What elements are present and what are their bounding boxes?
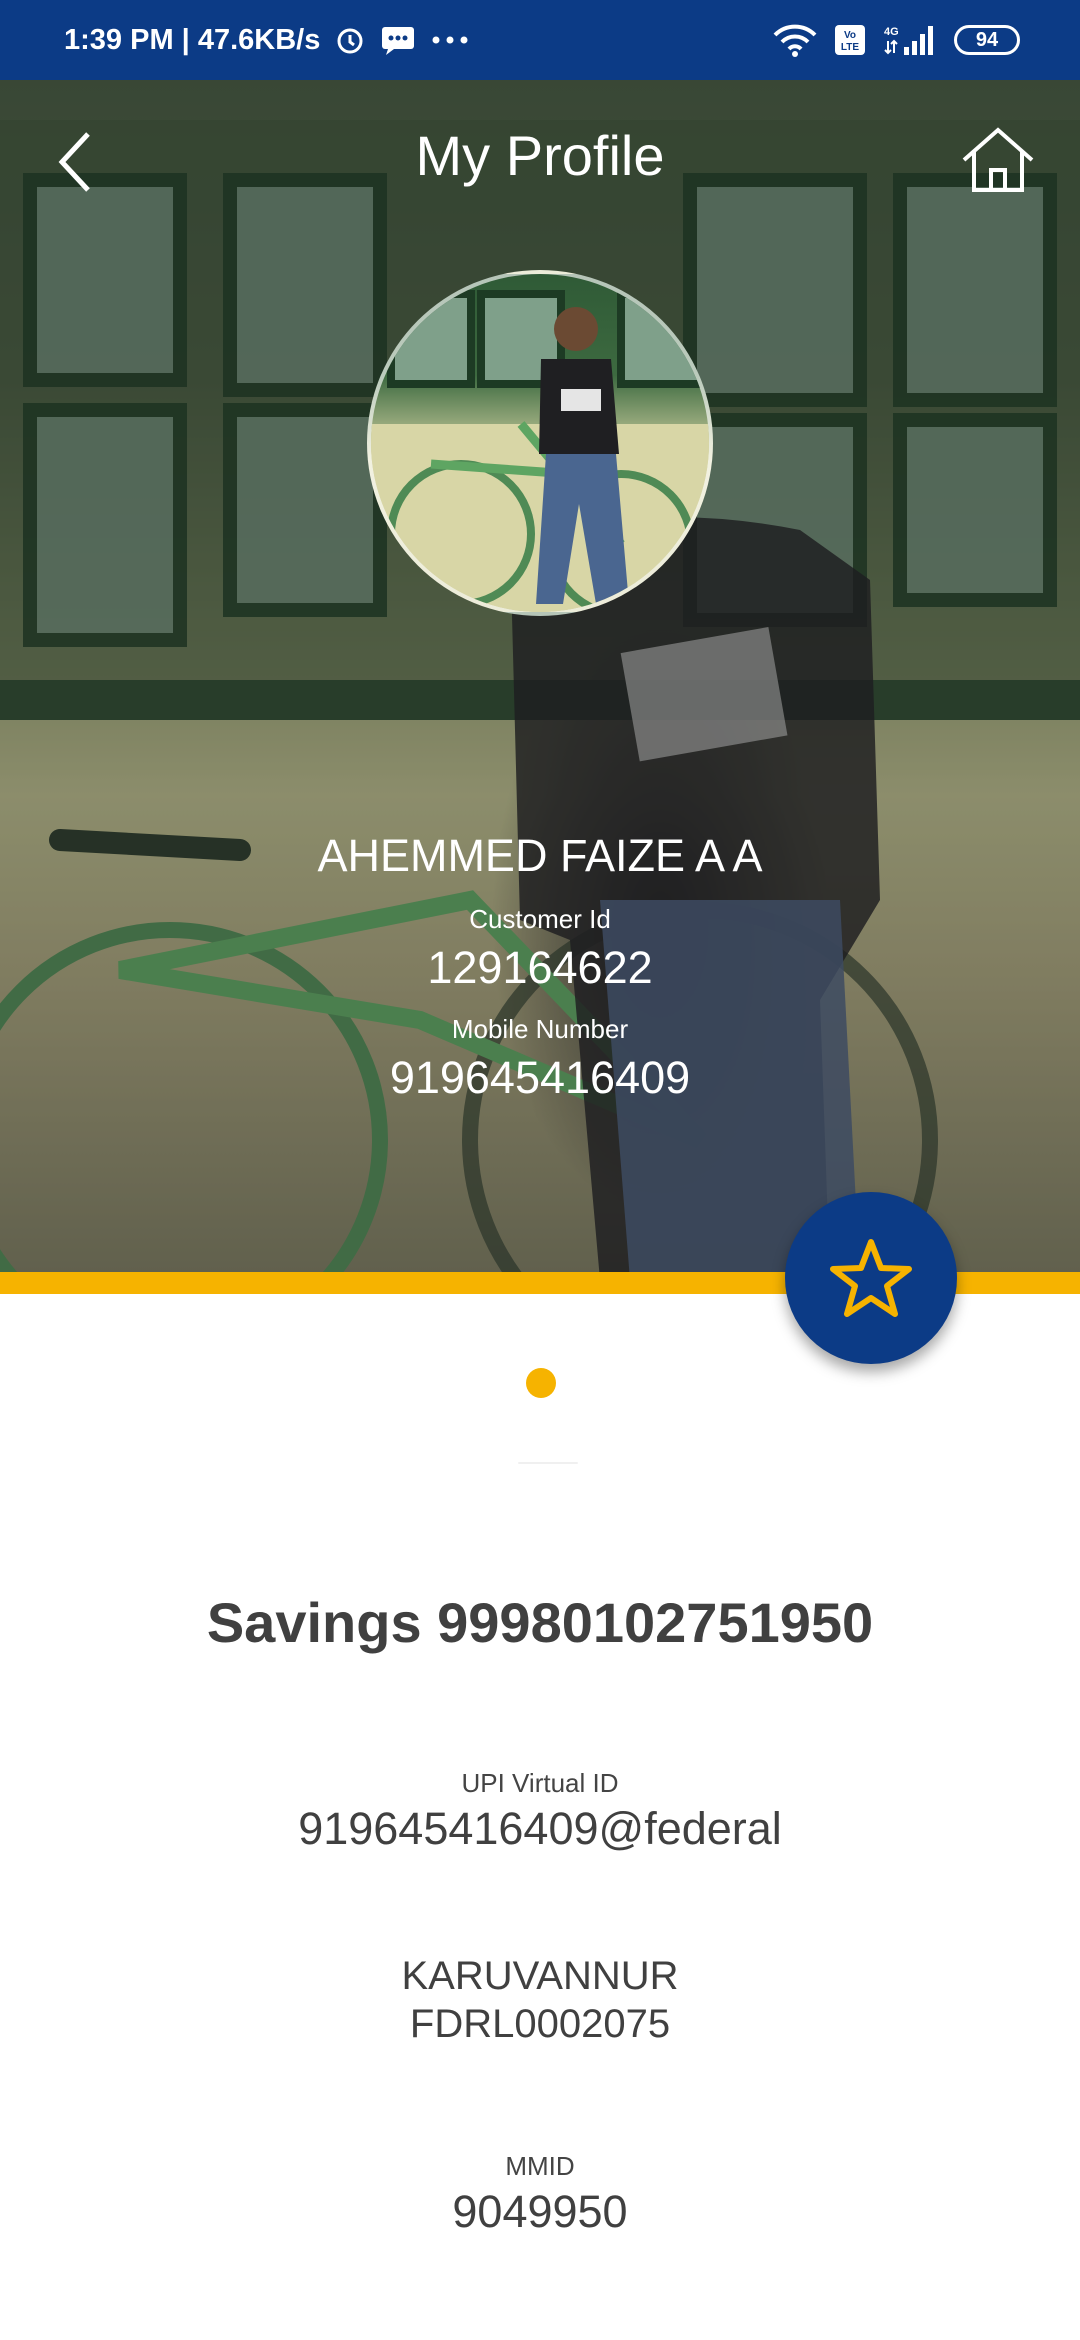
status-time-speed: 1:39 PM | 47.6KB/s xyxy=(64,23,321,56)
customer-name: AHEMMED FAIZE A A xyxy=(317,830,763,881)
mmid-section: MMID 9049950 xyxy=(0,2148,1080,2240)
avatar[interactable] xyxy=(367,270,713,616)
upi-label: UPI Virtual ID xyxy=(461,1768,619,1798)
account-title: Savings 99980102751950 xyxy=(206,1591,874,1654)
mmid-value: 9049950 xyxy=(452,2186,628,2237)
svg-text:Vo: Vo xyxy=(844,30,856,41)
top-app-bar: My Profile xyxy=(0,80,1080,230)
wifi-icon xyxy=(772,23,818,57)
page-title: My Profile xyxy=(415,124,665,187)
battery-icon: 94 xyxy=(954,25,1020,55)
profile-hero: My Profile AHEMMED FAIZE A A Customer Id… xyxy=(0,80,1080,1272)
star-icon xyxy=(830,1239,912,1317)
ifsc-code: FDRL0002075 xyxy=(409,2002,671,2046)
upi-id-value: 919645416409@federal xyxy=(298,1803,782,1854)
customer-id-value: 129164622 xyxy=(427,942,653,993)
upi-section: UPI Virtual ID 919645416409@federal xyxy=(0,1765,1080,1857)
customer-id-label: Customer Id xyxy=(469,904,611,934)
message-icon xyxy=(380,24,416,56)
favorite-button[interactable] xyxy=(785,1192,957,1364)
profile-details: AHEMMED FAIZE A A Customer Id 129164622 … xyxy=(0,825,1080,1107)
svg-text:4G: 4G xyxy=(884,26,899,38)
avatar-photo xyxy=(371,290,709,612)
branch-name: KARUVANNUR xyxy=(401,1954,679,1998)
more-dots-icon xyxy=(430,34,470,46)
divider xyxy=(518,1462,578,1464)
alarm-icon xyxy=(334,24,366,56)
branch-section: KARUVANNUR FDRL0002075 xyxy=(0,1952,1080,2048)
svg-text:LTE: LTE xyxy=(841,42,859,53)
volte-icon: Vo LTE xyxy=(834,24,866,56)
mmid-label: MMID xyxy=(505,2151,575,2181)
mobile-number-label: Mobile Number xyxy=(451,1014,629,1044)
page-indicator-dot xyxy=(526,1368,556,1398)
battery-level: 94 xyxy=(975,28,999,51)
home-button[interactable] xyxy=(956,120,1040,200)
home-icon xyxy=(962,127,1034,192)
mobile-number-value: 919645416409 xyxy=(389,1052,691,1103)
signal-icon: 4G xyxy=(882,23,938,57)
status-bar: 1:39 PM | 47.6KB/s Vo LTE 4G 94 xyxy=(0,0,1080,80)
